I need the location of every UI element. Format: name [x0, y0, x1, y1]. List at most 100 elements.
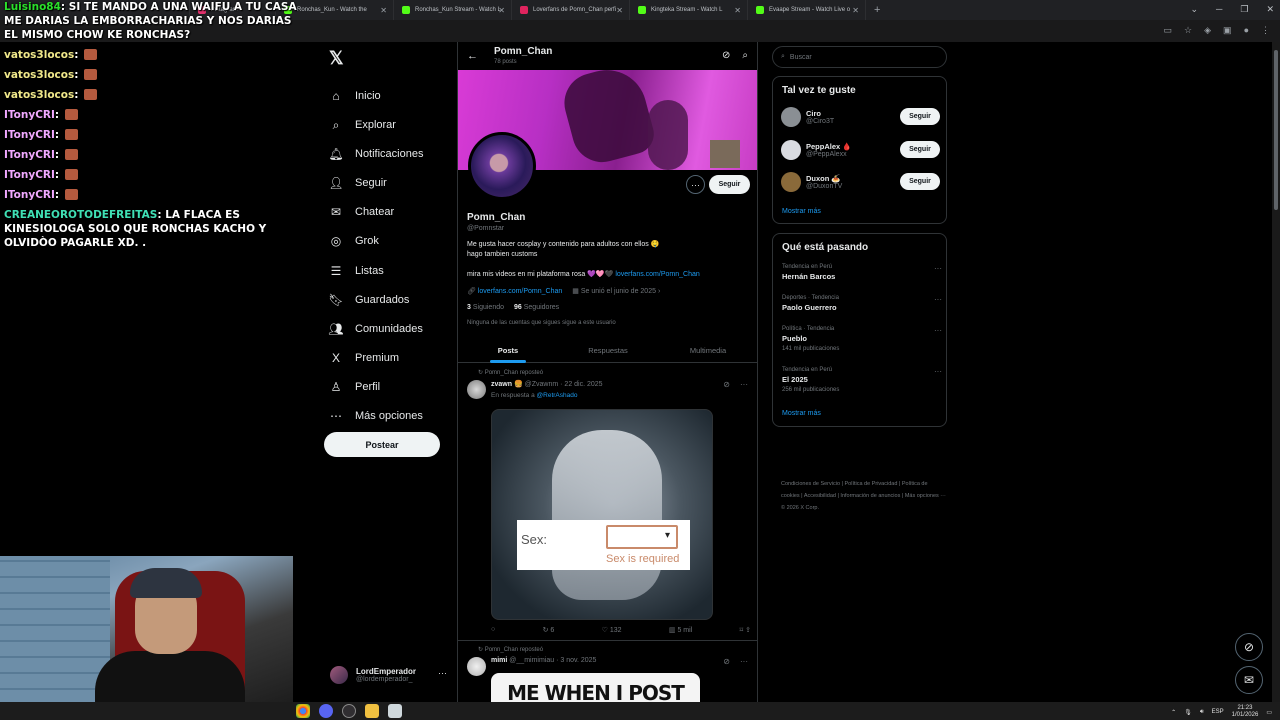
views-button[interactable]: ▥ 5 mil — [669, 626, 692, 634]
follow-button[interactable]: Seguir — [900, 108, 940, 125]
profile-avatar-icon[interactable]: ● — [1244, 25, 1249, 36]
footer-links[interactable]: Condiciones de Servicio | Política de Pr… — [781, 478, 946, 514]
sidebar-item-perfil[interactable]: ♙ Perfil — [329, 377, 380, 397]
clock[interactable]: 21:23 1/01/2026 — [1232, 705, 1259, 719]
close-tab-icon[interactable]: ✕ — [852, 6, 859, 15]
browser-tab[interactable]: Ronchas_Kun Stream - Watch L ✕ — [394, 0, 512, 20]
new-tab-button[interactable]: + — [866, 4, 888, 16]
chevron-up-icon[interactable]: ⌃ — [1171, 709, 1176, 716]
show-more-link[interactable]: Mostrar más — [782, 410, 821, 417]
following-link[interactable]: 3 Siguiendo — [467, 304, 504, 311]
page-scrollbar[interactable] — [1272, 42, 1280, 706]
browser-tab[interactable]: Loverfans de Pomn_Chan perfi ✕ — [512, 0, 630, 20]
notification-icon[interactable]: ▭ — [1266, 709, 1272, 716]
sidebar-item-comunidades[interactable]: 👥︎ Comunidades — [328, 319, 422, 339]
avatar[interactable] — [467, 657, 486, 676]
post-button[interactable]: Postear — [324, 432, 440, 457]
sidebar-item-guardados[interactable]: 🔖︎ Guardados — [328, 290, 409, 310]
tweet-author[interactable]: mimi — [491, 657, 507, 664]
suggestion-item[interactable]: Ciro @Ciro3T — [781, 107, 834, 127]
website-link[interactable]: loverfans.com/Pomn_Chan — [478, 288, 562, 295]
close-tab-icon[interactable]: ✕ — [498, 6, 505, 15]
trend-item[interactable]: Tendencia en Perú El 2025 256 mil publicac… — [782, 367, 942, 393]
more-icon[interactable]: ··· — [686, 175, 705, 194]
meme-form-overlay: Sex: Sex is required — [517, 520, 690, 570]
messages-fab-button[interactable]: ✉ — [1235, 666, 1263, 694]
sidebar-item-seguir[interactable]: 👤︎ Seguir — [328, 173, 386, 193]
tab-search-icon[interactable]: ⌄ — [1190, 4, 1198, 15]
like-button[interactable]: ♡ 132 — [602, 626, 622, 634]
extension-icon[interactable]: ◈ — [1204, 25, 1211, 36]
grok-fab-button[interactable]: ⊘ — [1235, 633, 1263, 661]
repost-button[interactable]: ↻ 6 — [543, 626, 555, 634]
sidebar-item-m-s-opciones[interactable]: ⋯ Más opciones — [329, 406, 423, 426]
chevron-right-icon[interactable]: › — [658, 288, 660, 295]
sidebar-item-premium[interactable]: X Premium — [329, 348, 399, 368]
tab-media[interactable]: Multimedia — [658, 337, 757, 362]
x-logo-icon[interactable]: 𝕏 — [329, 48, 349, 68]
close-tab-icon[interactable]: ✕ — [616, 6, 623, 15]
cast-icon[interactable]: ▭ — [1164, 25, 1173, 36]
language-indicator[interactable]: ESP — [1212, 709, 1224, 715]
profile-avatar[interactable] — [468, 132, 536, 200]
close-window-icon[interactable]: ✕ — [1266, 4, 1274, 15]
close-tab-icon[interactable]: ✕ — [380, 6, 387, 15]
grok-icon[interactable]: ⊘ — [722, 50, 730, 61]
tweet-image[interactable]: Sex: Sex is required — [491, 409, 713, 620]
trend-item[interactable]: Tendencia en Perú Hernán Barcos ··· — [782, 264, 942, 281]
sidebar-item-explorar[interactable]: ⌕ Explorar — [329, 115, 396, 135]
shield-icon[interactable] — [388, 704, 402, 718]
minimize-icon[interactable]: ─ — [1216, 4, 1222, 15]
folder-icon[interactable] — [365, 704, 379, 718]
reply-icon[interactable]: ○ — [491, 626, 495, 634]
followers-link[interactable]: 96 Seguidores — [514, 304, 559, 311]
show-more-link[interactable]: Mostrar más — [782, 208, 821, 215]
account-switcher[interactable]: LordEmperador @lordemperador_ ··· — [330, 666, 447, 684]
browser-tab[interactable]: Evaape Stream - Watch Live o ✕ — [748, 0, 866, 20]
tab-replies[interactable]: Respuestas — [558, 337, 658, 362]
suggestion-item[interactable]: Duxon 🍝 @DuxonTV — [781, 172, 842, 192]
trend-item[interactable]: Deportes · Tendencia Paolo Guerrero ··· — [782, 295, 942, 312]
more-icon[interactable]: ··· — [934, 264, 942, 273]
more-icon[interactable]: ··· — [740, 657, 748, 666]
obs-icon[interactable] — [342, 704, 356, 718]
star-icon[interactable]: ☆ — [1184, 25, 1192, 36]
sidebar-item-inicio[interactable]: ⌂ Inicio — [329, 86, 380, 106]
mic-icon[interactable]: 🎙︎ — [1184, 709, 1192, 716]
volume-icon[interactable]: 🔊︎ — [1200, 709, 1204, 716]
back-arrow-icon[interactable]: ← — [467, 50, 478, 62]
grok-icon[interactable]: ⊘ — [723, 380, 730, 389]
search-icon[interactable]: ⌕ — [742, 50, 748, 61]
bookmark-share-icons[interactable]: ⌑ ⇪ — [740, 626, 751, 634]
follow-button[interactable]: Seguir — [709, 175, 750, 194]
more-icon[interactable]: ··· — [740, 380, 748, 389]
follow-button[interactable]: Seguir — [900, 173, 940, 190]
tweet-author[interactable]: zvawn 🍔 — [491, 381, 523, 388]
app-icon[interactable] — [319, 704, 333, 718]
browser-tab[interactable]: Kingteka Stream - Watch L ✕ — [630, 0, 748, 20]
sidebar-item-grok[interactable]: ◎ Grok — [329, 231, 379, 251]
more-icon[interactable]: ··· — [438, 668, 447, 678]
avatar[interactable] — [467, 380, 486, 399]
tab-posts[interactable]: Posts — [458, 337, 558, 363]
more-icon[interactable]: ··· — [934, 367, 942, 376]
more-icon[interactable]: ··· — [934, 326, 942, 335]
maximize-icon[interactable]: ❐ — [1240, 4, 1248, 15]
suggestion-item[interactable]: PeppAlex 🩸 @PeppAlexx — [781, 140, 852, 160]
tweet[interactable]: ↻ Pomn_Chan reposteó zvawn 🍔 @Zvawnm · 2… — [458, 364, 757, 640]
chrome-icon[interactable] — [296, 704, 310, 718]
search-input[interactable]: ⌕ Buscar — [772, 46, 947, 68]
scrollbar-thumb[interactable] — [1274, 50, 1278, 210]
puzzle-icon[interactable]: ▣ — [1223, 25, 1232, 36]
sidebar-item-chatear[interactable]: ✉︎ Chatear — [329, 202, 394, 222]
sidebar-item-notificaciones[interactable]: 🔔︎ Notificaciones — [328, 144, 423, 164]
more-icon[interactable]: ··· — [934, 295, 942, 304]
grok-icon[interactable]: ⊘ — [723, 657, 730, 666]
close-tab-icon[interactable]: ✕ — [734, 6, 741, 15]
bio-link[interactable]: loverfans.com/Pomn_Chan — [615, 271, 699, 278]
menu-icon[interactable]: ⋮ — [1261, 25, 1270, 36]
follow-button[interactable]: Seguir — [900, 141, 940, 158]
sidebar-item-listas[interactable]: ☰ Listas — [329, 261, 384, 281]
trend-item[interactable]: Política · Tendencia Pueblo 141 mil public… — [782, 326, 942, 352]
emote-icon — [64, 169, 78, 180]
